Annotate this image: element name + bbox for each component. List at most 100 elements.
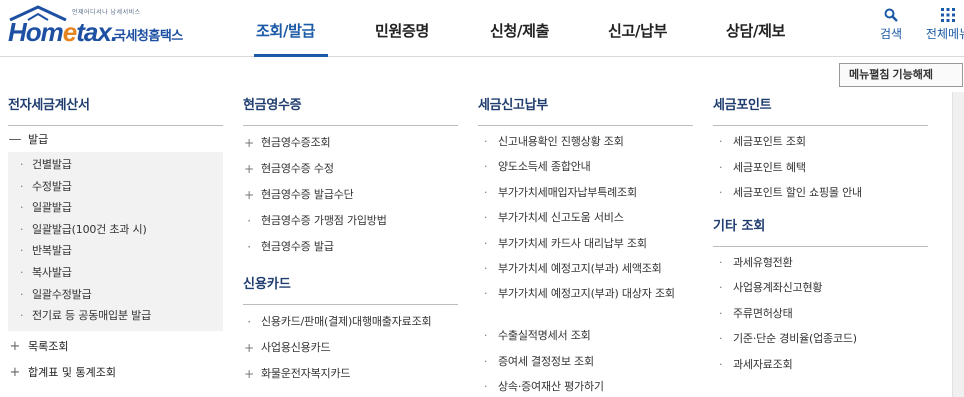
list-item[interactable]: · 전기료 등 공동매입분 발급: [8, 305, 223, 327]
list-item[interactable]: · 건별발급: [8, 154, 223, 176]
gnb-menu-lookup-issue[interactable]: 조회/발급: [256, 20, 315, 41]
bullet-dot-icon: ·: [484, 135, 488, 148]
list-item[interactable]: · 수정발급: [8, 176, 223, 198]
list-item[interactable]: + 현금영수증 발급수단: [243, 182, 458, 208]
list-item[interactable]: · 부가가치세 예정고지(부과) 세액조회: [478, 256, 693, 281]
logo-brand-korean: 국세청홈택스: [114, 29, 183, 44]
bullet-dot-icon: ·: [484, 211, 488, 225]
list-item[interactable]: · 복사발급: [8, 262, 223, 284]
plus-icon: +: [244, 367, 254, 381]
bullet-dot-icon: ·: [247, 214, 251, 228]
list-item[interactable]: + 화물운전자복지카드: [243, 361, 458, 387]
menu-expand-toggle-button[interactable]: 메뉴펼침 기능해제: [839, 63, 963, 87]
bullet-dot-icon: ·: [20, 222, 24, 236]
list-item[interactable]: · 세금포인트 혜택: [713, 155, 928, 181]
list-item[interactable]: + 현금영수증조회: [243, 130, 458, 156]
bullet-dot-icon: ·: [484, 380, 488, 394]
tax-report-list: · 신고내용확인 진행상황 조회 · 양도소득세 종합안내 · 부가가치세매입자납부특…: [478, 126, 693, 397]
plus-icon: +: [244, 341, 254, 355]
bullet-dot-icon: ·: [247, 315, 251, 329]
list-item[interactable]: · 부가가치세매입자납부특례조회: [478, 180, 693, 205]
column-e-tax-invoice: 전자세금계산서 — 발급 · 건별발급 · 수정발급 · 일괄발급 · 일괄발급(100…: [8, 93, 223, 386]
bullet-dot-icon: ·: [20, 309, 24, 323]
all-menu-label: 전체메뉴: [925, 27, 964, 41]
bullet-dot-icon: ·: [719, 160, 723, 174]
column-title-tax-report-payment: 세금신고납부: [478, 93, 693, 126]
list-item[interactable]: · 일괄발급(100건 초과 시): [8, 219, 223, 241]
gnb-menu-report-pay[interactable]: 신고/납부: [608, 20, 667, 41]
plus-icon: +: [244, 136, 254, 150]
list-item[interactable]: · 신고내용확인 진행상황 조회: [478, 129, 693, 154]
bullet-dot-icon: ·: [719, 255, 723, 269]
bullet-dot-icon: ·: [20, 179, 24, 193]
group-issue[interactable]: — 발급: [8, 128, 223, 152]
list-item[interactable]: · 세금포인트 조회: [713, 129, 928, 155]
list-item[interactable]: · 신용카드/판매(결제)대행매출자료조회: [243, 309, 458, 335]
gnb-menu-apply-submit[interactable]: 신청/제출: [490, 20, 549, 41]
bullet-dot-icon: ·: [719, 332, 723, 345]
issue-submenu: · 건별발급 · 수정발급 · 일괄발급 · 일괄발급(100건 초과 시) · 반복발급…: [8, 152, 223, 331]
list-item[interactable]: + 현금영수증 수정: [243, 156, 458, 182]
bullet-dot-icon: ·: [719, 135, 723, 148]
bullet-dot-icon: ·: [484, 354, 488, 368]
logo-tagline: 언제어디서나 납세서비스: [72, 9, 141, 16]
list-item[interactable]: · 수출실적명세서 조회: [478, 323, 693, 348]
list-item[interactable]: · 기준·단순 경비율(업종코드): [713, 326, 928, 352]
plus-icon: +: [9, 364, 21, 380]
bullet-dot-icon: ·: [484, 261, 488, 275]
bullet-dot-icon: ·: [484, 287, 488, 301]
bullet-dot-icon: ·: [20, 201, 24, 215]
list-item[interactable]: · 부가가치세 예정고지(부과) 대상자 조회: [478, 281, 693, 323]
column-tax-report-payment: 세금신고납부 · 신고내용확인 진행상황 조회 · 양도소득세 종합안내 · 부가가치…: [478, 93, 693, 397]
bullet-dot-icon: ·: [719, 186, 723, 199]
bullet-dot-icon: ·: [20, 287, 24, 301]
list-item[interactable]: · 반복발급: [8, 240, 223, 262]
list-item[interactable]: + 사업용신용카드: [243, 335, 458, 361]
group-list-lookup[interactable]: + 목록조회: [8, 334, 223, 360]
list-item[interactable]: · 세금포인트 할인 쇼핑몰 안내: [713, 180, 928, 206]
gnb-menu-civil-certificate[interactable]: 민원증명: [375, 20, 429, 41]
grid-menu-icon: [941, 8, 955, 22]
active-menu-underline: [254, 54, 328, 57]
list-item[interactable]: · 일괄발급: [8, 197, 223, 219]
gnb-menu-consult-report[interactable]: 상담/제보: [726, 20, 785, 41]
bullet-dot-icon: ·: [484, 236, 488, 250]
list-item[interactable]: · 주류면허상태: [713, 301, 928, 327]
cash-receipt-list: + 현금영수증조회 + 현금영수증 수정 + 현금영수증 발급수단 · 현금영수증 가맹…: [243, 126, 458, 260]
list-item[interactable]: · 부가가치세 카드사 대리납부 조회: [478, 231, 693, 256]
all-menu-button[interactable]: 전체메뉴: [918, 8, 964, 42]
list-item[interactable]: · 현금영수증 가맹점 가입방법: [243, 208, 458, 234]
bullet-dot-icon: ·: [20, 158, 24, 171]
search-label: 검색: [879, 27, 903, 41]
list-item[interactable]: · 증여세 결정정보 조회: [478, 349, 693, 374]
credit-card-list: · 신용카드/판매(결제)대행매출자료조회 + 사업용신용카드 + 화물운전자복지카드: [243, 305, 458, 387]
plus-icon: +: [244, 162, 254, 176]
bullet-dot-icon: ·: [719, 357, 723, 371]
list-item[interactable]: · 과세자료조회: [713, 352, 928, 378]
plus-icon: +: [244, 188, 254, 202]
list-item[interactable]: · 양도소득세 종합안내: [478, 154, 693, 179]
list-item[interactable]: · 부가가치세 신고도움 서비스: [478, 205, 693, 230]
bullet-dot-icon: ·: [247, 240, 251, 254]
logo-brand: Hometax.: [8, 17, 118, 47]
hometax-logo[interactable]: 언제어디서나 납세서비스 Hometax. 국세청홈택스: [6, 3, 196, 49]
list-item[interactable]: · 일괄수정발급: [8, 284, 223, 306]
bullet-dot-icon: ·: [484, 160, 488, 174]
column-cash-receipt: 현금영수증 + 현금영수증조회 + 현금영수증 수정 + 현금영수증 발급수단 · 현금…: [243, 93, 458, 387]
list-item[interactable]: · 과세유형전환: [713, 250, 928, 276]
bullet-dot-icon: ·: [719, 281, 723, 294]
list-item[interactable]: · 사업용계좌신고현황: [713, 275, 928, 301]
column-title-tax-point: 세금포인트: [713, 93, 928, 126]
bullet-dot-icon: ·: [719, 306, 723, 320]
list-item[interactable]: · 현금영수증 발급: [243, 234, 458, 260]
minus-icon: —: [8, 132, 22, 147]
list-item[interactable]: · 상속·증여재산 평가하기: [478, 374, 693, 397]
bullet-dot-icon: ·: [20, 244, 24, 258]
column-title-e-tax-invoice: 전자세금계산서: [8, 93, 223, 126]
group-summary-statistics[interactable]: + 합계표 및 통계조회: [8, 360, 223, 386]
vertical-scrollbar[interactable]: [952, 92, 964, 397]
search-button[interactable]: 검색: [874, 8, 908, 42]
search-icon: [884, 8, 898, 22]
plus-icon: +: [9, 338, 21, 354]
site-header: 언제어디서나 납세서비스 Hometax. 국세청홈택스 조회/발급 민원증명 …: [0, 0, 964, 57]
